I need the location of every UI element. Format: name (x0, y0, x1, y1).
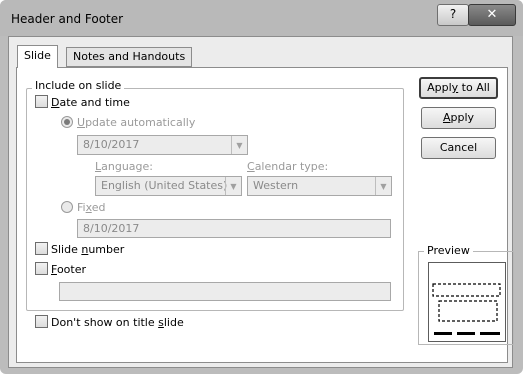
chevron-down-icon: ▼ (225, 177, 241, 195)
title-bar[interactable]: Header and Footer ? ✕ (0, 0, 523, 36)
preview-slide-drawing (432, 283, 501, 335)
date-and-time-checkbox[interactable]: Date and time (35, 95, 130, 111)
checkbox-box[interactable] (35, 95, 48, 108)
radio-dot[interactable] (61, 201, 73, 213)
footer-checkbox[interactable]: Footer (35, 262, 86, 278)
slide-number-placeholder (480, 332, 500, 335)
title-placeholder-outline (432, 283, 501, 297)
close-button[interactable]: ✕ (468, 4, 516, 26)
radio-dot[interactable] (61, 116, 73, 128)
calendar-type-label: Calendar type: (247, 160, 329, 173)
fixed-radio[interactable]: Fixed (61, 200, 106, 216)
footer-placeholder (457, 332, 475, 335)
slide-number-checkbox[interactable]: Slide number (35, 242, 124, 258)
dont-show-on-title-slide-checkbox[interactable]: Don't show on title slide (35, 315, 184, 331)
apply-button[interactable]: Apply (421, 107, 496, 129)
cancel-button[interactable]: Cancel (421, 137, 496, 159)
language-dropdown[interactable]: English (United States) ▼ (95, 176, 242, 196)
close-icon: ✕ (486, 7, 498, 22)
apply-to-all-button[interactable]: Apply to All (419, 77, 498, 99)
tab-slide[interactable]: Slide (17, 45, 58, 68)
body-placeholder-outline (438, 300, 498, 322)
chevron-down-icon: ▼ (375, 177, 391, 195)
language-label: Language: (95, 160, 154, 173)
checkbox-box[interactable] (35, 242, 48, 255)
preview-thumbnail (428, 262, 506, 342)
auto-date-format-dropdown[interactable]: 8/10/2017 ▼ (77, 135, 248, 155)
help-button[interactable]: ? (437, 4, 469, 26)
dialog-title: Header and Footer (11, 12, 124, 26)
chevron-down-icon: ▼ (231, 136, 247, 154)
help-icon: ? (449, 7, 457, 21)
dialog-window: Header and Footer ? ✕ Slide Notes and Ha… (0, 0, 523, 374)
calendar-type-dropdown[interactable]: Western ▼ (247, 176, 392, 196)
checkbox-box[interactable] (35, 315, 48, 328)
fixed-date-input[interactable]: 8/10/2017 (77, 219, 391, 238)
preview-legend: Preview (424, 244, 473, 257)
include-on-slide-legend: Include on slide (32, 79, 125, 92)
date-placeholder (434, 332, 452, 335)
checkbox-box[interactable] (35, 262, 48, 275)
tab-notes-and-handouts[interactable]: Notes and Handouts (66, 47, 193, 67)
footer-text-input[interactable] (59, 282, 391, 301)
update-automatically-radio[interactable]: Update automatically (61, 115, 195, 131)
